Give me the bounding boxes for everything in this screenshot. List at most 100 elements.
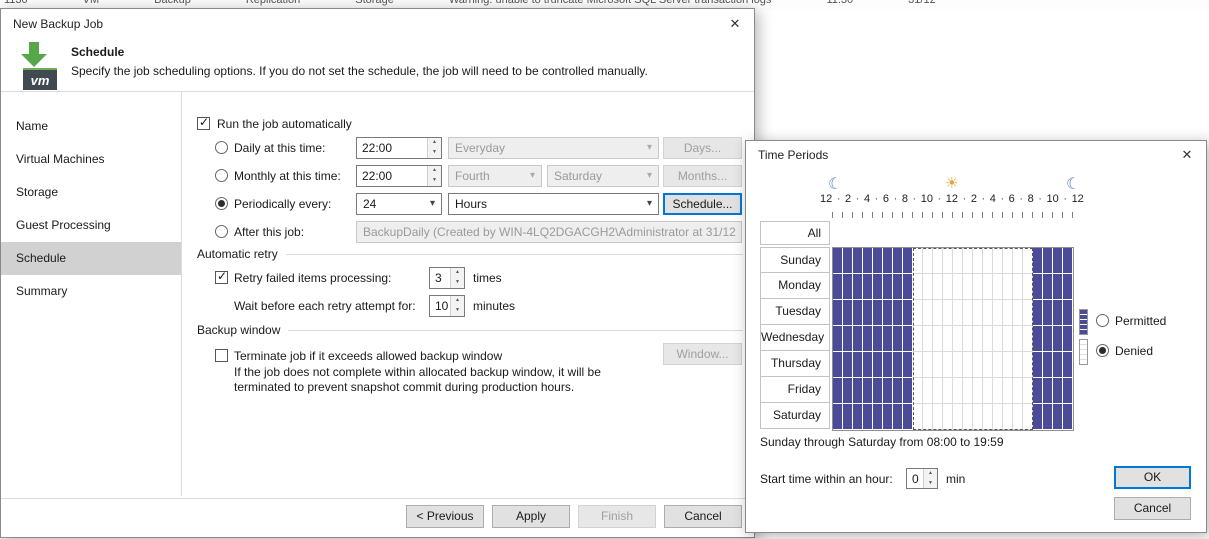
grid-cell-wednesday-6[interactable] <box>893 326 903 352</box>
grid-cell-tuesday-4[interactable] <box>873 300 883 326</box>
grid-cell-wednesday-13[interactable] <box>963 326 973 352</box>
grid-cell-saturday-13[interactable] <box>963 404 973 430</box>
grid-cell-monday-14[interactable] <box>973 274 983 300</box>
grid-cell-saturday-14[interactable] <box>973 404 983 430</box>
periodically-value-combo[interactable]: 24 ▾ <box>356 193 442 215</box>
sidebar-item-guest-processing[interactable]: Guest Processing <box>1 209 181 242</box>
spin-up-icon[interactable]: ▲ <box>428 166 441 176</box>
day-row-button-thursday[interactable]: Thursday <box>760 351 830 377</box>
grid-cell-saturday-1[interactable] <box>843 404 853 430</box>
day-row-button-saturday[interactable]: Saturday <box>760 403 830 429</box>
grid-cell-monday-15[interactable] <box>983 274 993 300</box>
apply-button[interactable]: Apply <box>492 505 570 528</box>
grid-cell-friday-2[interactable] <box>853 378 863 404</box>
spin-down-icon[interactable]: ▼ <box>428 148 441 158</box>
grid-cell-tuesday-1[interactable] <box>843 300 853 326</box>
grid-cell-thursday-22[interactable] <box>1053 352 1063 378</box>
grid-cell-monday-22[interactable] <box>1053 274 1063 300</box>
grid-cell-monday-10[interactable] <box>933 274 943 300</box>
grid-cell-tuesday-21[interactable] <box>1043 300 1053 326</box>
grid-cell-saturday-10[interactable] <box>933 404 943 430</box>
day-row-button-friday[interactable]: Friday <box>760 377 830 403</box>
grid-cell-tuesday-15[interactable] <box>983 300 993 326</box>
grid-cell-friday-1[interactable] <box>843 378 853 404</box>
grid-cell-sunday-0[interactable] <box>833 248 843 274</box>
days-button[interactable]: Days... <box>663 137 742 159</box>
grid-cell-saturday-4[interactable] <box>873 404 883 430</box>
grid-cell-sunday-8[interactable] <box>913 248 923 274</box>
grid-cell-friday-21[interactable] <box>1043 378 1053 404</box>
grid-cell-saturday-22[interactable] <box>1053 404 1063 430</box>
grid-cell-wednesday-15[interactable] <box>983 326 993 352</box>
grid-cell-sunday-15[interactable] <box>983 248 993 274</box>
grid-cell-thursday-21[interactable] <box>1043 352 1053 378</box>
retry-count-spinner[interactable]: 3 ▲ ▼ <box>429 267 465 289</box>
grid-cell-thursday-2[interactable] <box>853 352 863 378</box>
grid-cell-friday-10[interactable] <box>933 378 943 404</box>
retry-count-spin-buttons[interactable]: ▲ ▼ <box>450 268 464 288</box>
day-row-button-sunday[interactable]: Sunday <box>760 247 830 273</box>
grid-cell-tuesday-3[interactable] <box>863 300 873 326</box>
spin-up-icon[interactable]: ▲ <box>451 296 464 306</box>
day-row-button-tuesday[interactable]: Tuesday <box>760 299 830 325</box>
grid-cell-wednesday-12[interactable] <box>953 326 963 352</box>
grid-cell-wednesday-1[interactable] <box>843 326 853 352</box>
grid-cell-saturday-17[interactable] <box>1003 404 1013 430</box>
ok-button[interactable]: OK <box>1114 466 1191 489</box>
spin-down-icon[interactable]: ▼ <box>924 479 937 489</box>
grid-cell-thursday-0[interactable] <box>833 352 843 378</box>
grid-cell-thursday-13[interactable] <box>963 352 973 378</box>
grid-cell-saturday-23[interactable] <box>1063 404 1073 430</box>
grid-cell-wednesday-18[interactable] <box>1013 326 1023 352</box>
grid-cell-saturday-16[interactable] <box>993 404 1003 430</box>
monthly-time-spin-buttons[interactable]: ▲ ▼ <box>427 166 441 186</box>
grid-cell-monday-1[interactable] <box>843 274 853 300</box>
grid-cell-friday-0[interactable] <box>833 378 843 404</box>
grid-cell-monday-18[interactable] <box>1013 274 1023 300</box>
grid-cell-saturday-15[interactable] <box>983 404 993 430</box>
grid-cell-sunday-2[interactable] <box>853 248 863 274</box>
grid-cell-monday-12[interactable] <box>953 274 963 300</box>
grid-cell-thursday-16[interactable] <box>993 352 1003 378</box>
grid-cell-sunday-3[interactable] <box>863 248 873 274</box>
grid-cell-saturday-21[interactable] <box>1043 404 1053 430</box>
periodically-unit-combo[interactable]: Hours ▾ <box>448 193 659 215</box>
grid-cell-saturday-8[interactable] <box>913 404 923 430</box>
grid-cell-sunday-18[interactable] <box>1013 248 1023 274</box>
after-job-radio[interactable] <box>215 225 228 238</box>
grid-cell-saturday-7[interactable] <box>903 404 913 430</box>
grid-cell-saturday-18[interactable] <box>1013 404 1023 430</box>
daily-time-spinner[interactable]: 22:00 ▲ ▼ <box>356 137 442 159</box>
grid-cell-friday-17[interactable] <box>1003 378 1013 404</box>
grid-cell-sunday-9[interactable] <box>923 248 933 274</box>
grid-cell-wednesday-11[interactable] <box>943 326 953 352</box>
daily-period-combo[interactable]: Everyday ▾ <box>448 137 659 159</box>
monthly-day-combo[interactable]: Saturday ▾ <box>547 165 659 187</box>
grid-cell-wednesday-5[interactable] <box>883 326 893 352</box>
grid-cell-wednesday-17[interactable] <box>1003 326 1013 352</box>
grid-cell-monday-13[interactable] <box>963 274 973 300</box>
grid-cell-thursday-10[interactable] <box>933 352 943 378</box>
grid-cell-friday-23[interactable] <box>1063 378 1073 404</box>
grid-cell-saturday-9[interactable] <box>923 404 933 430</box>
permitted-radio[interactable] <box>1096 314 1109 327</box>
grid-cell-monday-7[interactable] <box>903 274 913 300</box>
grid-cell-friday-5[interactable] <box>883 378 893 404</box>
close-icon[interactable]: ✕ <box>1178 147 1196 163</box>
monthly-time-spinner[interactable]: 22:00 ▲ ▼ <box>356 165 442 187</box>
sidebar-item-summary[interactable]: Summary <box>1 275 181 308</box>
spin-up-icon[interactable]: ▲ <box>451 268 464 278</box>
grid-cell-wednesday-9[interactable] <box>923 326 933 352</box>
grid-cell-thursday-3[interactable] <box>863 352 873 378</box>
spin-down-icon[interactable]: ▼ <box>451 278 464 288</box>
grid-cell-wednesday-16[interactable] <box>993 326 1003 352</box>
grid-cell-saturday-2[interactable] <box>853 404 863 430</box>
grid-cell-saturday-5[interactable] <box>883 404 893 430</box>
grid-cell-tuesday-11[interactable] <box>943 300 953 326</box>
grid-cell-friday-12[interactable] <box>953 378 963 404</box>
daily-radio[interactable] <box>215 141 228 154</box>
finish-button[interactable]: Finish <box>578 505 656 528</box>
grid-cell-sunday-17[interactable] <box>1003 248 1013 274</box>
grid-cell-thursday-15[interactable] <box>983 352 993 378</box>
grid-cell-thursday-8[interactable] <box>913 352 923 378</box>
